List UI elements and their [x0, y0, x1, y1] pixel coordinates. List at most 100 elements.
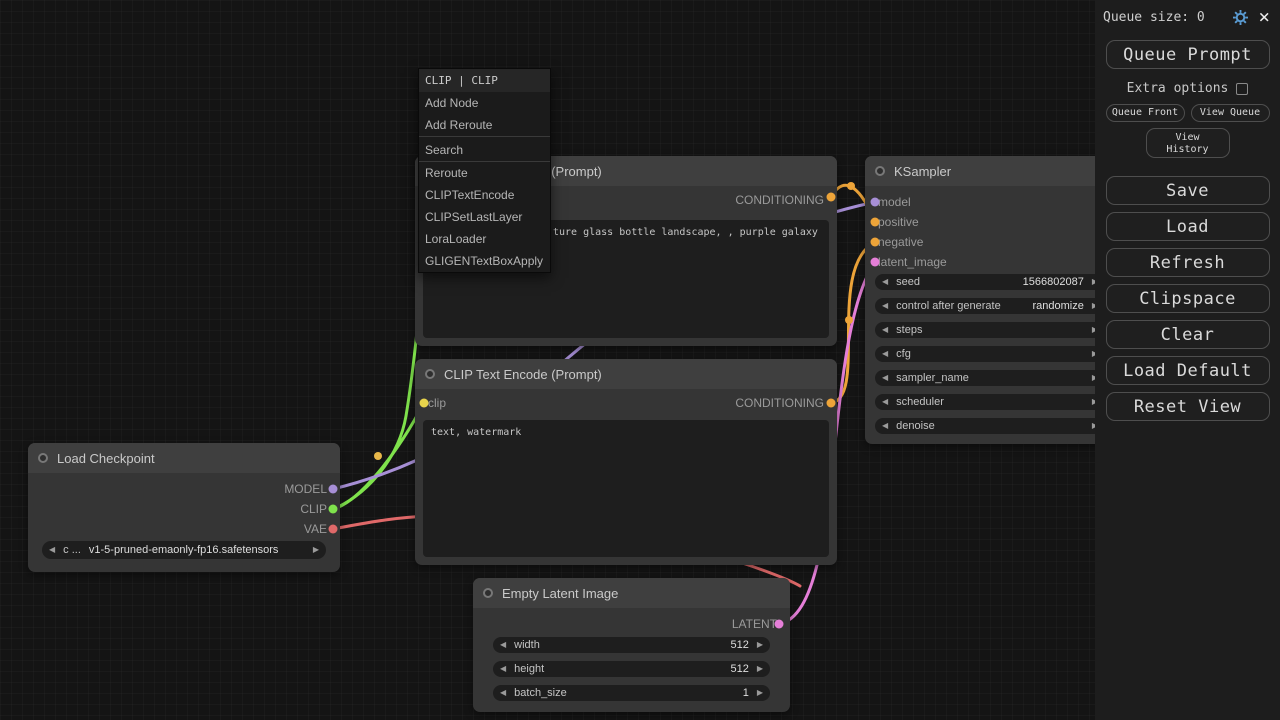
- batch-size-widget[interactable]: ◀ batch_size 1 ▶: [493, 685, 770, 701]
- widget-label: height: [514, 663, 544, 675]
- menu-item-add-node[interactable]: Add Node: [419, 92, 550, 114]
- decrement-arrow-icon[interactable]: ◀: [882, 394, 888, 410]
- decrement-arrow-icon[interactable]: ◀: [500, 661, 506, 677]
- latent-image-input-label: latent_image: [878, 255, 947, 269]
- clip-input-label: clip: [428, 396, 446, 410]
- node-title-bar[interactable]: CLIP Text Encode (Prompt): [415, 359, 837, 389]
- widget-label: denoise: [896, 420, 935, 432]
- node-title: Empty Latent Image: [502, 586, 618, 601]
- close-icon[interactable]: ×: [1259, 8, 1270, 27]
- context-menu: CLIP | CLIP Add Node Add Reroute Search …: [418, 68, 551, 273]
- menu-item-loraloader[interactable]: LoraLoader: [419, 228, 550, 250]
- load-button[interactable]: Load: [1106, 212, 1270, 241]
- widget-value: randomize: [1032, 300, 1083, 312]
- node-title-bar[interactable]: Empty Latent Image: [473, 578, 790, 608]
- node-ksampler[interactable]: KSampler model positive negative latent_…: [865, 156, 1115, 444]
- refresh-button[interactable]: Refresh: [1106, 248, 1270, 277]
- widget-label: control after generate: [896, 300, 1001, 312]
- node-collapse-dot[interactable]: [483, 588, 493, 598]
- widget-value: 1566802087: [1023, 276, 1084, 288]
- widget-value: 512: [730, 639, 748, 651]
- negative-input-label: negative: [878, 235, 923, 249]
- widget-label: width: [514, 639, 540, 651]
- widget-label: scheduler: [896, 396, 944, 408]
- vae-output-label: VAE: [304, 522, 327, 536]
- scheduler-widget[interactable]: ◀ scheduler ▶: [875, 394, 1105, 410]
- conditioning-output-label: CONDITIONING: [735, 396, 824, 410]
- node-title-bar[interactable]: Load Checkpoint: [28, 443, 340, 473]
- widget-label: steps: [896, 324, 922, 336]
- settings-gear-icon[interactable]: [1233, 10, 1248, 25]
- menu-item-add-reroute[interactable]: Add Reroute: [419, 114, 550, 136]
- reset-view-button[interactable]: Reset View: [1106, 392, 1270, 421]
- node-collapse-dot[interactable]: [38, 453, 48, 463]
- latent-output-label: LATENT: [732, 617, 777, 631]
- cfg-widget[interactable]: ◀ cfg ▶: [875, 346, 1105, 362]
- menu-item-cliptextencode[interactable]: CLIPTextEncode: [419, 184, 550, 206]
- increment-arrow-icon[interactable]: ▶: [757, 685, 763, 701]
- decrement-arrow-icon[interactable]: ◀: [500, 685, 506, 701]
- sampler-name-widget[interactable]: ◀ sampler_name ▶: [875, 370, 1105, 386]
- model-input-label: model: [878, 195, 911, 209]
- conditioning-output-label: CONDITIONING: [735, 193, 824, 207]
- queue-size-label: Queue size: 0: [1103, 10, 1205, 25]
- queue-front-button[interactable]: Queue Front: [1106, 104, 1185, 122]
- decrement-arrow-icon[interactable]: ◀: [882, 370, 888, 386]
- node-graph-canvas[interactable]: CLIP Text Encode (Prompt) CONDITIONING t…: [0, 0, 1280, 720]
- queue-prompt-button[interactable]: Queue Prompt: [1106, 40, 1270, 69]
- decrement-arrow-icon[interactable]: ◀: [882, 346, 888, 362]
- width-widget[interactable]: ◀ width 512 ▶: [493, 637, 770, 653]
- node-title: CLIP Text Encode (Prompt): [444, 367, 602, 382]
- node-title: KSampler: [894, 164, 951, 179]
- view-queue-button[interactable]: View Queue: [1191, 104, 1270, 122]
- positive-input-label: positive: [878, 215, 919, 229]
- denoise-widget[interactable]: ◀ denoise ▶: [875, 418, 1105, 434]
- widget-label: seed: [896, 276, 920, 288]
- widget-label: cfg: [896, 348, 911, 360]
- clip-output-label: CLIP: [300, 502, 327, 516]
- sidebar-menu: Queue size: 0 × Queue Prompt Extra optio…: [1095, 0, 1280, 720]
- model-output-label: MODEL: [284, 482, 327, 496]
- clear-button[interactable]: Clear: [1106, 320, 1270, 349]
- control-after-generate-widget[interactable]: ◀ control after generate randomize ▶: [875, 298, 1105, 314]
- context-menu-header: CLIP | CLIP: [419, 69, 550, 92]
- widget-value: 512: [730, 663, 748, 675]
- ckpt-name-widget[interactable]: ◀ c ... v1-5-pruned-emaonly-fp16.safeten…: [42, 541, 326, 559]
- extra-options-label: Extra options: [1127, 81, 1229, 96]
- prompt-text: ture glass bottle landscape, , purple ga…: [553, 226, 818, 239]
- height-widget[interactable]: ◀ height 512 ▶: [493, 661, 770, 677]
- decrement-arrow-icon[interactable]: ◀: [882, 298, 888, 314]
- menu-item-gligentextboxapply[interactable]: GLIGENTextBoxApply: [419, 250, 550, 272]
- view-history-button[interactable]: View History: [1146, 128, 1230, 158]
- widget-value: v1-5-pruned-emaonly-fp16.safetensors: [89, 544, 279, 556]
- next-arrow-icon[interactable]: ▶: [313, 542, 319, 558]
- decrement-arrow-icon[interactable]: ◀: [882, 274, 888, 290]
- menu-item-clipsetlastlayer[interactable]: CLIPSetLastLayer: [419, 206, 550, 228]
- decrement-arrow-icon[interactable]: ◀: [882, 418, 888, 434]
- increment-arrow-icon[interactable]: ▶: [757, 637, 763, 653]
- widget-value: 1: [743, 687, 749, 699]
- node-load-checkpoint[interactable]: Load Checkpoint MODEL CLIP VAE ◀ c ... v…: [28, 443, 340, 572]
- widget-label: sampler_name: [896, 372, 969, 384]
- widget-label: c ...: [63, 544, 81, 556]
- steps-widget[interactable]: ◀ steps ▶: [875, 322, 1105, 338]
- node-title-bar[interactable]: KSampler: [865, 156, 1115, 186]
- load-default-button[interactable]: Load Default: [1106, 356, 1270, 385]
- increment-arrow-icon[interactable]: ▶: [757, 661, 763, 677]
- node-clip-text-encode-2[interactable]: CLIP Text Encode (Prompt) clip CONDITION…: [415, 359, 837, 565]
- decrement-arrow-icon[interactable]: ◀: [882, 322, 888, 338]
- extra-options-checkbox[interactable]: [1236, 83, 1248, 95]
- decrement-arrow-icon[interactable]: ◀: [500, 637, 506, 653]
- save-button[interactable]: Save: [1106, 176, 1270, 205]
- node-collapse-dot[interactable]: [875, 166, 885, 176]
- previous-arrow-icon[interactable]: ◀: [49, 542, 55, 558]
- node-empty-latent-image[interactable]: Empty Latent Image LATENT ◀ width 512 ▶ …: [473, 578, 790, 712]
- prompt-text: text, watermark: [431, 427, 521, 438]
- menu-item-reroute[interactable]: Reroute: [419, 162, 550, 184]
- node-collapse-dot[interactable]: [425, 369, 435, 379]
- menu-search-input[interactable]: Search: [419, 136, 550, 162]
- seed-widget[interactable]: ◀ seed 1566802087 ▶: [875, 274, 1105, 290]
- widget-label: batch_size: [514, 687, 567, 699]
- clipspace-button[interactable]: Clipspace: [1106, 284, 1270, 313]
- prompt-textarea[interactable]: text, watermark: [423, 420, 829, 557]
